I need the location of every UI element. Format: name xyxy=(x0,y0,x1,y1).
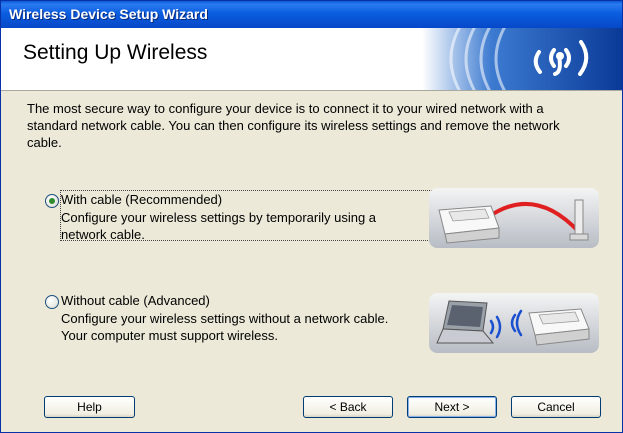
cancel-button[interactable]: Cancel xyxy=(511,396,601,418)
back-button[interactable]: < Back xyxy=(303,396,393,418)
page-title: Setting Up Wireless xyxy=(23,41,208,64)
radio-without-cable[interactable] xyxy=(45,295,59,309)
help-button[interactable]: Help xyxy=(44,396,135,418)
intro-text: The most secure way to configure your de… xyxy=(27,101,560,150)
next-button[interactable]: Next > xyxy=(407,396,497,418)
option-with-cable-description: Configure your wireless settings by temp… xyxy=(61,210,377,242)
wizard-window: Wireless Device Setup Wizard Setting Up … xyxy=(0,0,623,433)
option-without-cable-description: Configure your wireless settings without… xyxy=(61,311,389,343)
printer-cable-illustration xyxy=(429,188,599,248)
wireless-banner-icon xyxy=(422,28,622,90)
laptop-wireless-illustration xyxy=(429,293,599,353)
option-with-cable-label[interactable]: With cable (Recommended) xyxy=(61,192,222,207)
wizard-header: Setting Up Wireless xyxy=(1,28,622,91)
radio-with-cable[interactable] xyxy=(45,194,59,208)
option-without-cable-label[interactable]: Without cable (Advanced) xyxy=(61,293,210,308)
title-bar: Wireless Device Setup Wizard xyxy=(1,1,622,28)
